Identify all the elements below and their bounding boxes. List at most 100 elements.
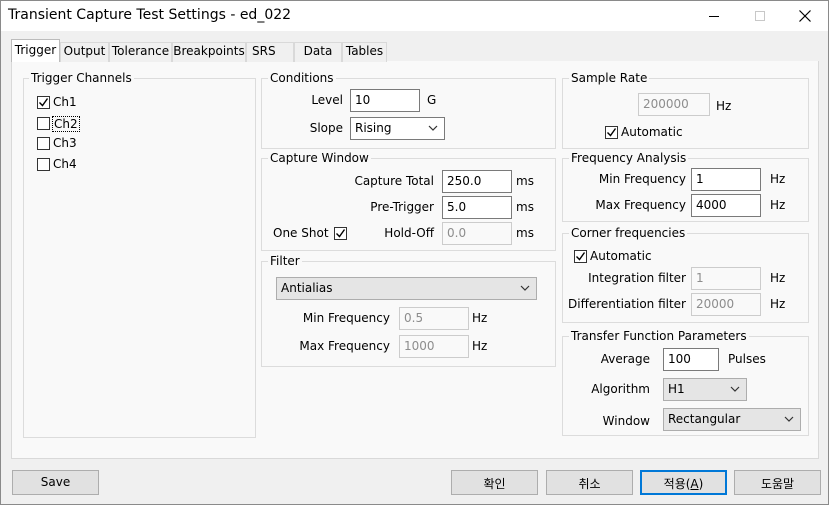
maximize-button	[737, 1, 783, 31]
trigger-channels-group	[23, 78, 256, 438]
corner-automatic-label: Automatic	[590, 249, 652, 263]
corner-frequencies-title: Corner frequencies	[569, 226, 688, 240]
tab-trigger[interactable]: Trigger	[11, 39, 60, 62]
filter-max-input: 1000	[399, 335, 469, 358]
algorithm-select[interactable]: H1	[663, 378, 747, 401]
ch3-checkbox[interactable]	[37, 137, 50, 150]
filter-min-label: Min Frequency	[302, 311, 390, 325]
trigger-channels-title: Trigger Channels	[29, 71, 134, 85]
ch2-checkbox[interactable]	[37, 117, 50, 130]
algorithm-value: H1	[668, 382, 685, 396]
close-button[interactable]	[782, 1, 828, 31]
tab-srs[interactable]: SRS	[246, 42, 294, 62]
help-button[interactable]: 도움말	[734, 470, 821, 495]
ch1-checkbox[interactable]	[37, 96, 50, 109]
sample-rate-automatic-label: Automatic	[621, 125, 683, 139]
ch1-label: Ch1	[53, 95, 77, 109]
slope-label: Slope	[309, 121, 343, 135]
maximize-icon	[755, 11, 765, 21]
level-input[interactable]: 10	[350, 89, 420, 112]
apply-button[interactable]: 적용(A)	[640, 470, 727, 495]
fa-max-input[interactable]: 4000	[691, 194, 761, 217]
hold-off-label: Hold-Off	[384, 226, 434, 240]
filter-min-input: 0.5	[399, 307, 469, 330]
window-label: Window	[602, 414, 650, 428]
level-unit: G	[427, 93, 437, 107]
pre-trigger-unit: ms	[516, 200, 534, 214]
slope-select[interactable]: Rising	[350, 117, 445, 140]
differentiation-filter-unit: Hz	[770, 297, 786, 311]
chevron-down-icon	[730, 386, 740, 392]
level-label: Level	[311, 93, 343, 107]
integration-filter-label: Integration filter	[588, 271, 686, 285]
average-label: Average	[600, 352, 650, 366]
tab-tolerance[interactable]: Tolerance	[109, 42, 172, 62]
slope-value: Rising	[355, 121, 392, 135]
one-shot-label: One Shot	[273, 226, 329, 240]
chevron-down-icon	[428, 125, 438, 131]
save-button[interactable]: Save	[12, 470, 99, 495]
minimize-button[interactable]	[691, 1, 737, 31]
checkmark-icon	[576, 252, 586, 261]
capture-total-label: Capture Total	[354, 174, 434, 188]
ch4-checkbox[interactable]	[37, 158, 50, 171]
capture-total-input[interactable]: 250.0	[442, 170, 512, 193]
chevron-down-icon	[520, 285, 530, 291]
tab-data[interactable]: Data	[294, 42, 342, 62]
apply-label-prefix: 적용(	[663, 477, 691, 491]
sample-rate-automatic-checkbox[interactable]	[605, 126, 618, 139]
ch3-label: Ch3	[53, 136, 77, 150]
tab-tables[interactable]: Tables	[342, 42, 387, 62]
ch4-label: Ch4	[53, 157, 77, 171]
window-select[interactable]: Rectangular	[663, 408, 801, 431]
window-value: Rectangular	[668, 412, 741, 426]
checkmark-icon	[607, 128, 617, 137]
close-icon	[799, 10, 811, 22]
capture-total-unit: ms	[516, 174, 534, 188]
tab-breakpoints[interactable]: Breakpoints	[172, 42, 246, 62]
differentiation-filter-label: Differentiation filter	[568, 297, 686, 311]
apply-label-suffix: )	[698, 477, 704, 491]
sample-rate-title: Sample Rate	[569, 71, 650, 85]
pre-trigger-label: Pre-Trigger	[370, 200, 434, 214]
filter-min-unit: Hz	[472, 311, 488, 325]
transfer-function-title: Transfer Function Parameters	[569, 329, 749, 343]
ok-button[interactable]: 확인	[451, 470, 538, 495]
filter-max-unit: Hz	[472, 339, 488, 353]
fa-min-input[interactable]: 1	[691, 168, 761, 191]
checkmark-icon	[39, 98, 49, 107]
cancel-button[interactable]: 취소	[546, 470, 633, 495]
fa-min-label: Min Frequency	[598, 172, 686, 186]
ch2-label: Ch2	[52, 116, 80, 132]
fa-max-unit: Hz	[770, 198, 786, 212]
differentiation-filter-input: 20000	[691, 293, 761, 316]
window-title: Transient Capture Test Settings - ed_022	[8, 7, 292, 23]
average-unit: Pulses	[728, 352, 766, 366]
average-input[interactable]: 100	[663, 348, 719, 371]
chevron-down-icon	[784, 416, 794, 422]
fa-min-unit: Hz	[770, 172, 786, 186]
filter-title: Filter	[268, 254, 302, 268]
apply-accelerator: A	[690, 477, 699, 491]
filter-type-value: Antialias	[281, 281, 333, 295]
minimize-icon	[709, 16, 719, 17]
conditions-title: Conditions	[268, 71, 336, 85]
one-shot-checkbox[interactable]	[334, 227, 347, 240]
tab-output[interactable]: Output	[60, 42, 109, 62]
pre-trigger-input[interactable]: 5.0	[442, 196, 512, 219]
integration-filter-input: 1	[691, 267, 761, 290]
sample-rate-unit: Hz	[716, 99, 732, 113]
hold-off-input: 0.0	[442, 222, 512, 245]
filter-max-label: Max Frequency	[299, 339, 390, 353]
filter-type-select[interactable]: Antialias	[276, 277, 537, 300]
frequency-analysis-group	[562, 158, 809, 222]
corner-automatic-checkbox[interactable]	[574, 250, 587, 263]
checkmark-icon	[336, 229, 346, 238]
capture-window-title: Capture Window	[268, 151, 371, 165]
integration-filter-unit: Hz	[770, 271, 786, 285]
frequency-analysis-title: Frequency Analysis	[569, 151, 689, 165]
fa-max-label: Max Frequency	[595, 198, 686, 212]
hold-off-unit: ms	[516, 226, 534, 240]
algorithm-label: Algorithm	[591, 382, 650, 396]
sample-rate-input: 200000	[638, 93, 710, 116]
